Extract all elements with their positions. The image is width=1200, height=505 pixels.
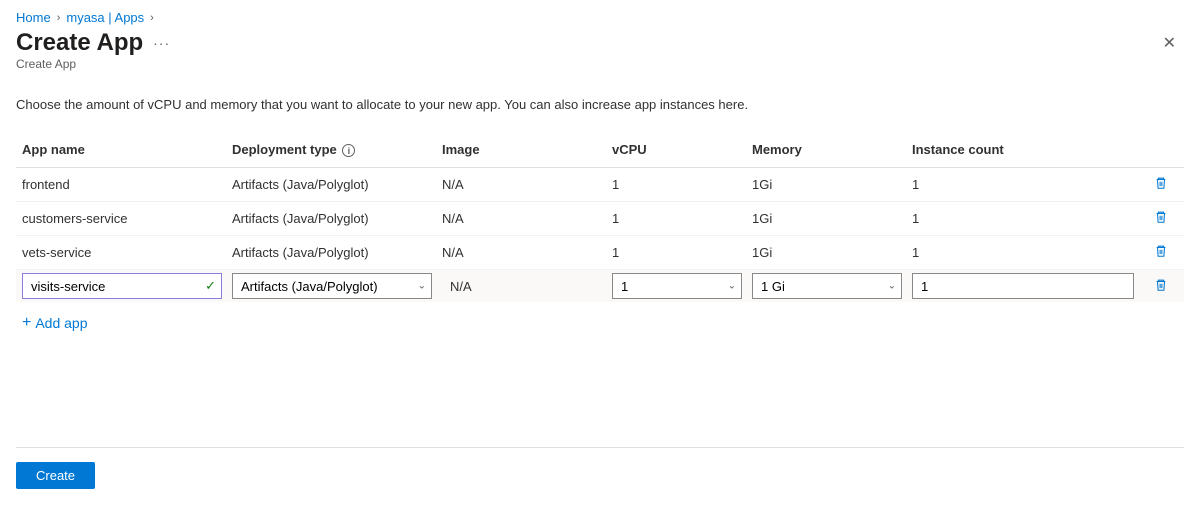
col-deployment-type: Deployment type i <box>232 142 442 157</box>
trash-icon <box>1154 244 1168 258</box>
page-subtitle: Create App <box>16 57 1184 71</box>
description-text: Choose the amount of vCPU and memory tha… <box>16 97 1184 112</box>
cell-image: N/A <box>442 177 612 192</box>
cell-instances: 1 <box>912 177 1144 192</box>
trash-icon <box>1154 278 1168 292</box>
delete-row-button[interactable] <box>1144 176 1178 193</box>
check-icon: ✓ <box>205 278 216 294</box>
delete-row-button[interactable] <box>1144 244 1178 261</box>
cell-memory: 1Gi <box>752 177 912 192</box>
cell-instances: 1 <box>912 245 1144 260</box>
cell-app-name: customers-service <box>22 211 232 226</box>
memory-select[interactable] <box>752 273 902 299</box>
table-row: customers-service Artifacts (Java/Polygl… <box>16 202 1184 236</box>
cell-app-name: vets-service <box>22 245 232 260</box>
page-title: Create App <box>16 29 143 57</box>
add-app-label: Add app <box>35 315 87 331</box>
apps-table: App name Deployment type i Image vCPU Me… <box>16 132 1184 344</box>
cell-vcpu: 1 <box>612 245 752 260</box>
cell-image: N/A <box>442 245 612 260</box>
vcpu-select[interactable] <box>612 273 742 299</box>
trash-icon <box>1154 210 1168 224</box>
table-row: vets-service Artifacts (Java/Polyglot) N… <box>16 236 1184 270</box>
breadcrumb: Home › myasa | Apps › <box>16 10 1184 25</box>
add-app-button[interactable]: + Add app <box>16 302 1184 344</box>
delete-row-button[interactable] <box>1144 210 1178 227</box>
delete-row-button[interactable] <box>1144 278 1178 295</box>
deployment-type-select[interactable] <box>232 273 432 299</box>
breadcrumb-home[interactable]: Home <box>16 10 51 25</box>
col-vcpu: vCPU <box>612 142 752 157</box>
app-name-input[interactable] <box>22 273 222 299</box>
col-image: Image <box>442 142 612 157</box>
cell-app-name: frontend <box>22 177 232 192</box>
edit-row: ✓ ⌄ N/A ⌄ ⌄ <box>16 270 1184 302</box>
cell-vcpu: 1 <box>612 211 752 226</box>
info-icon[interactable]: i <box>342 144 355 157</box>
cell-image: N/A <box>442 279 602 294</box>
instance-count-input[interactable] <box>912 273 1134 299</box>
cell-deployment-type: Artifacts (Java/Polyglot) <box>232 211 442 226</box>
cell-instances: 1 <box>912 211 1144 226</box>
table-row: frontend Artifacts (Java/Polyglot) N/A 1… <box>16 168 1184 202</box>
more-button[interactable]: ··· <box>153 35 170 51</box>
col-memory: Memory <box>752 142 912 157</box>
cell-deployment-type: Artifacts (Java/Polyglot) <box>232 245 442 260</box>
cell-memory: 1Gi <box>752 211 912 226</box>
cell-memory: 1Gi <box>752 245 912 260</box>
col-app-name: App name <box>22 142 232 157</box>
chevron-right-icon: › <box>150 12 154 24</box>
chevron-right-icon: › <box>57 12 61 24</box>
close-icon[interactable]: ✕ <box>1155 29 1184 57</box>
cell-deployment-type: Artifacts (Java/Polyglot) <box>232 177 442 192</box>
cell-vcpu: 1 <box>612 177 752 192</box>
breadcrumb-service[interactable]: myasa | Apps <box>66 10 144 25</box>
cell-image: N/A <box>442 211 612 226</box>
create-button[interactable]: Create <box>16 462 95 489</box>
plus-icon: + <box>22 314 31 332</box>
trash-icon <box>1154 176 1168 190</box>
col-instance-count: Instance count <box>912 142 1144 157</box>
